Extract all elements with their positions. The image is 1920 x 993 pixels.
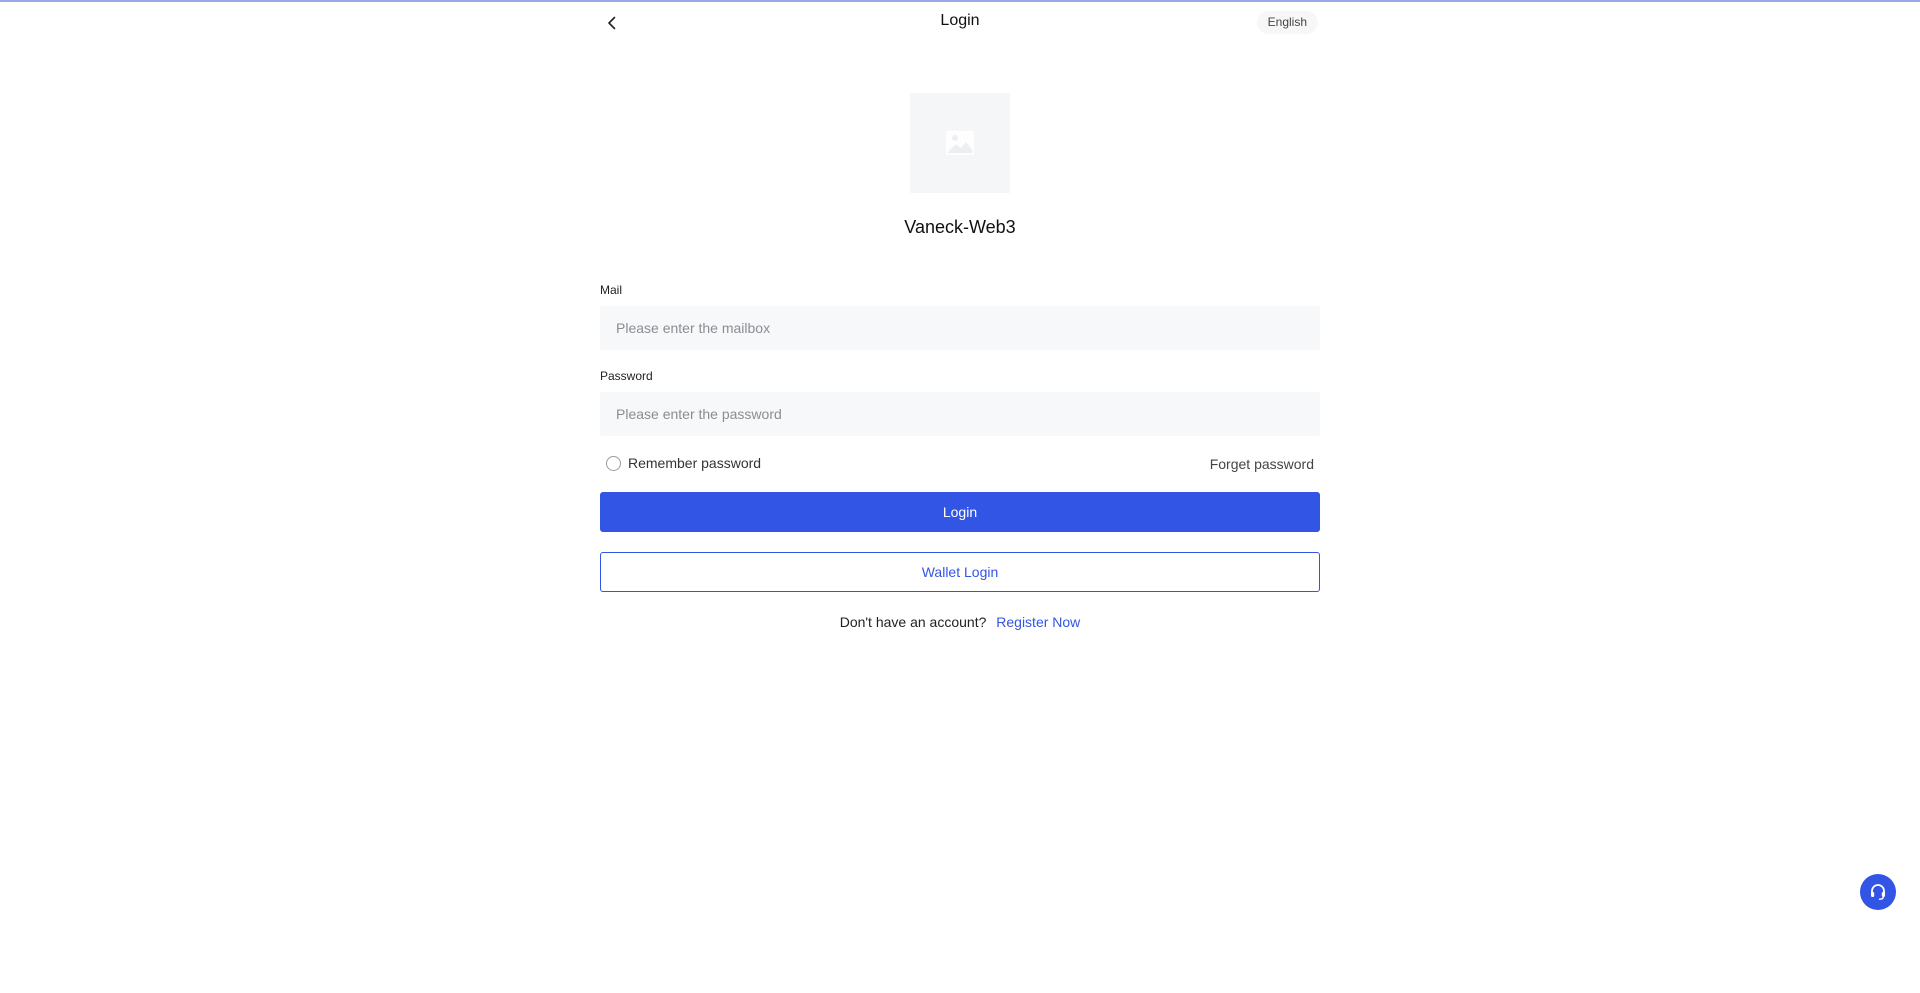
- login-button[interactable]: Login: [600, 492, 1320, 532]
- customer-support-button[interactable]: [1860, 874, 1896, 910]
- page-title: Login: [940, 12, 980, 29]
- headset-icon: [1871, 884, 1885, 900]
- mail-label: Mail: [600, 283, 623, 297]
- mail-input[interactable]: [600, 306, 1320, 350]
- wallet-login-button[interactable]: Wallet Login: [600, 552, 1320, 592]
- login-page: Login English Vaneck-Web3 Mail Password …: [600, 0, 1320, 993]
- register-prompt: Don't have an account?: [839, 614, 987, 630]
- password-label: Password: [600, 369, 653, 383]
- register-now-link[interactable]: Register Now: [996, 614, 1080, 630]
- remember-password-label: Remember password: [628, 455, 762, 471]
- login-options-row: Remember password Forget password: [600, 453, 1320, 475]
- forget-password-link[interactable]: Forget password: [1210, 456, 1314, 472]
- remember-password-checkbox[interactable]: Remember password: [606, 455, 761, 471]
- radio-circle-icon: [606, 455, 621, 471]
- register-row: Don't have an account? Register Now: [600, 614, 1320, 630]
- password-input[interactable]: [600, 392, 1320, 436]
- app-logo: [910, 93, 1010, 193]
- image-placeholder-icon: [946, 131, 974, 155]
- header: Login English: [600, 0, 1320, 46]
- language-selector[interactable]: English: [1256, 11, 1318, 34]
- app-name: Vaneck-Web3: [904, 217, 1016, 237]
